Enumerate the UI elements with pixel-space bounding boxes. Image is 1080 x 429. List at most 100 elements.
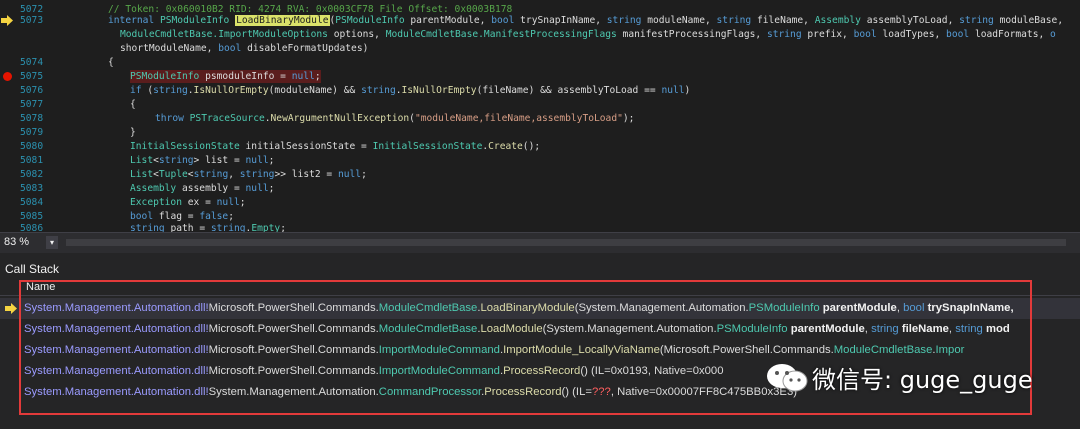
code-token: {	[130, 99, 136, 110]
code-token: PSTraceSource	[189, 113, 265, 124]
code-token: string	[193, 169, 229, 180]
code-token: IsNullOrEmpty	[401, 85, 477, 96]
code-token: bool	[946, 29, 975, 40]
code-text: throw PSTraceSource.NewArgumentNullExcep…	[155, 112, 634, 125]
code-token: )	[684, 85, 691, 96]
code-token: psmoduleInfo =	[205, 71, 292, 82]
code-token: IsNullOrEmpty	[193, 85, 269, 96]
code-text: Assembly assembly = null;	[130, 182, 274, 195]
code-line[interactable]: 5081 List<string> list = null;	[0, 154, 1080, 167]
code-token: Empty	[251, 223, 281, 232]
code-token: null	[337, 169, 362, 180]
line-number: 5079	[20, 127, 44, 138]
zoom-dropdown-icon[interactable]: ▾	[46, 236, 58, 249]
code-token: fileName,	[756, 15, 815, 26]
highlighted-method: LoadBinaryModule	[235, 15, 330, 26]
line-number: 5083	[20, 183, 44, 194]
code-token: ();	[522, 141, 541, 152]
code-token: null	[291, 71, 315, 82]
code-token: moduleBase,	[999, 15, 1064, 26]
code-token: string	[239, 169, 275, 180]
code-token: InitialSessionState	[130, 141, 246, 152]
code-token: Assembly	[814, 15, 867, 26]
code-line[interactable]: 5083 Assembly assembly = null;	[0, 182, 1080, 195]
code-token: prefix,	[807, 29, 854, 40]
watermark-text: 微信号: guge_guge	[812, 366, 1033, 394]
code-token: trySnapInName,	[520, 15, 607, 26]
horizontal-scrollbar[interactable]	[66, 239, 1066, 246]
code-line[interactable]: 5075 PSModuleInfo psmoduleInfo = null;	[0, 70, 1080, 83]
code-token: ModuleCmdletBase.	[385, 29, 484, 40]
code-token: o	[1050, 29, 1056, 40]
code-token: string	[158, 155, 194, 166]
code-token: Tuple	[158, 169, 188, 180]
code-text: {	[130, 98, 136, 111]
code-token: Assembly	[130, 183, 182, 194]
code-text: Exception ex = null;	[130, 196, 246, 209]
code-token: manifestProcessingFlags,	[622, 29, 767, 40]
code-token: ModuleCmdletBase.	[120, 29, 219, 40]
code-token: if	[130, 85, 148, 96]
code-token: disableFormatUpdates)	[247, 43, 369, 54]
breakpoint-icon[interactable]	[3, 72, 12, 81]
code-token: string	[361, 85, 396, 96]
code-line[interactable]: 5084 Exception ex = null;	[0, 196, 1080, 209]
code-token: string	[766, 29, 808, 40]
code-token: assembly =	[181, 183, 246, 194]
code-token: "moduleName,fileName,assemblyToLoad"	[414, 113, 623, 124]
code-line[interactable]: ModuleCmdletBase.ImportModuleOptions opt…	[0, 28, 1080, 41]
code-line[interactable]: 5080 InitialSessionState initialSessionSt…	[0, 140, 1080, 153]
code-token: initialSessionState =	[245, 141, 373, 152]
code-text: {	[108, 56, 114, 69]
code-token: bool	[491, 15, 521, 26]
code-text: if (string.IsNullOrEmpty(moduleName) && …	[130, 84, 690, 97]
line-number: 5081	[20, 155, 44, 166]
code-token: ;	[314, 71, 321, 82]
code-token: ImportModuleOptions	[218, 29, 334, 40]
line-number: 5078	[20, 113, 44, 124]
code-line[interactable]: 5077 {	[0, 98, 1080, 111]
code-line[interactable]: 5082 List<Tuple<string, string>> list2 = …	[0, 168, 1080, 181]
code-line[interactable]: 5073 internal PSModuleInfo LoadBinaryModu…	[0, 14, 1080, 27]
line-number: 5075	[20, 71, 44, 82]
current-statement-arrow-icon	[1, 15, 13, 26]
code-token: false	[199, 211, 229, 222]
code-token: ,	[228, 169, 240, 180]
line-number: 5073	[20, 15, 44, 26]
code-text: string path = string.Empty;	[130, 222, 286, 232]
code-token: ex =	[187, 197, 217, 208]
code-text: }	[130, 126, 136, 139]
line-number: 5084	[20, 197, 44, 208]
code-token: }	[130, 127, 136, 138]
code-line[interactable]: 5074 {	[0, 56, 1080, 69]
code-token: options,	[333, 29, 386, 40]
code-token: PSModuleInfo	[335, 15, 411, 26]
code-token: shortModuleName,	[120, 43, 219, 54]
code-token: moduleName,	[647, 15, 717, 26]
code-token: (moduleName) &&	[268, 85, 362, 96]
code-token: string	[210, 223, 246, 232]
code-editor[interactable]: 5072// Token: 0x060010B2 RID: 4274 RVA: …	[0, 0, 1080, 232]
zoom-level[interactable]: 83 %	[4, 236, 29, 248]
code-line[interactable]: 5078 throw PSTraceSource.NewArgumentNullE…	[0, 112, 1080, 125]
code-token: List	[130, 169, 154, 180]
code-line[interactable]: shortModuleName, bool disableFormatUpdat…	[0, 42, 1080, 55]
code-token: null	[245, 183, 269, 194]
code-line[interactable]: 5076 if (string.IsNullOrEmpty(moduleName)…	[0, 84, 1080, 97]
code-line[interactable]: 5086 string path = string.Empty;	[0, 222, 1080, 232]
code-token: string	[606, 15, 648, 26]
code-token: InitialSessionState	[372, 141, 483, 152]
code-line[interactable]: 5079}	[0, 126, 1080, 139]
code-token: loadFormats,	[974, 29, 1051, 40]
code-token: flag =	[158, 211, 200, 222]
code-token: ManifestProcessingFlags	[483, 29, 623, 40]
code-token: PSModuleInfo	[159, 15, 236, 26]
line-number: 5074	[20, 57, 44, 68]
line-number: 5077	[20, 99, 44, 110]
code-token: internal	[108, 15, 160, 26]
line-number: 5080	[20, 141, 44, 152]
code-token: ;	[280, 223, 286, 232]
code-text: internal PSModuleInfo LoadBinaryModule(P…	[108, 14, 1063, 27]
code-token: bool	[218, 43, 248, 54]
code-token: );	[622, 113, 635, 124]
